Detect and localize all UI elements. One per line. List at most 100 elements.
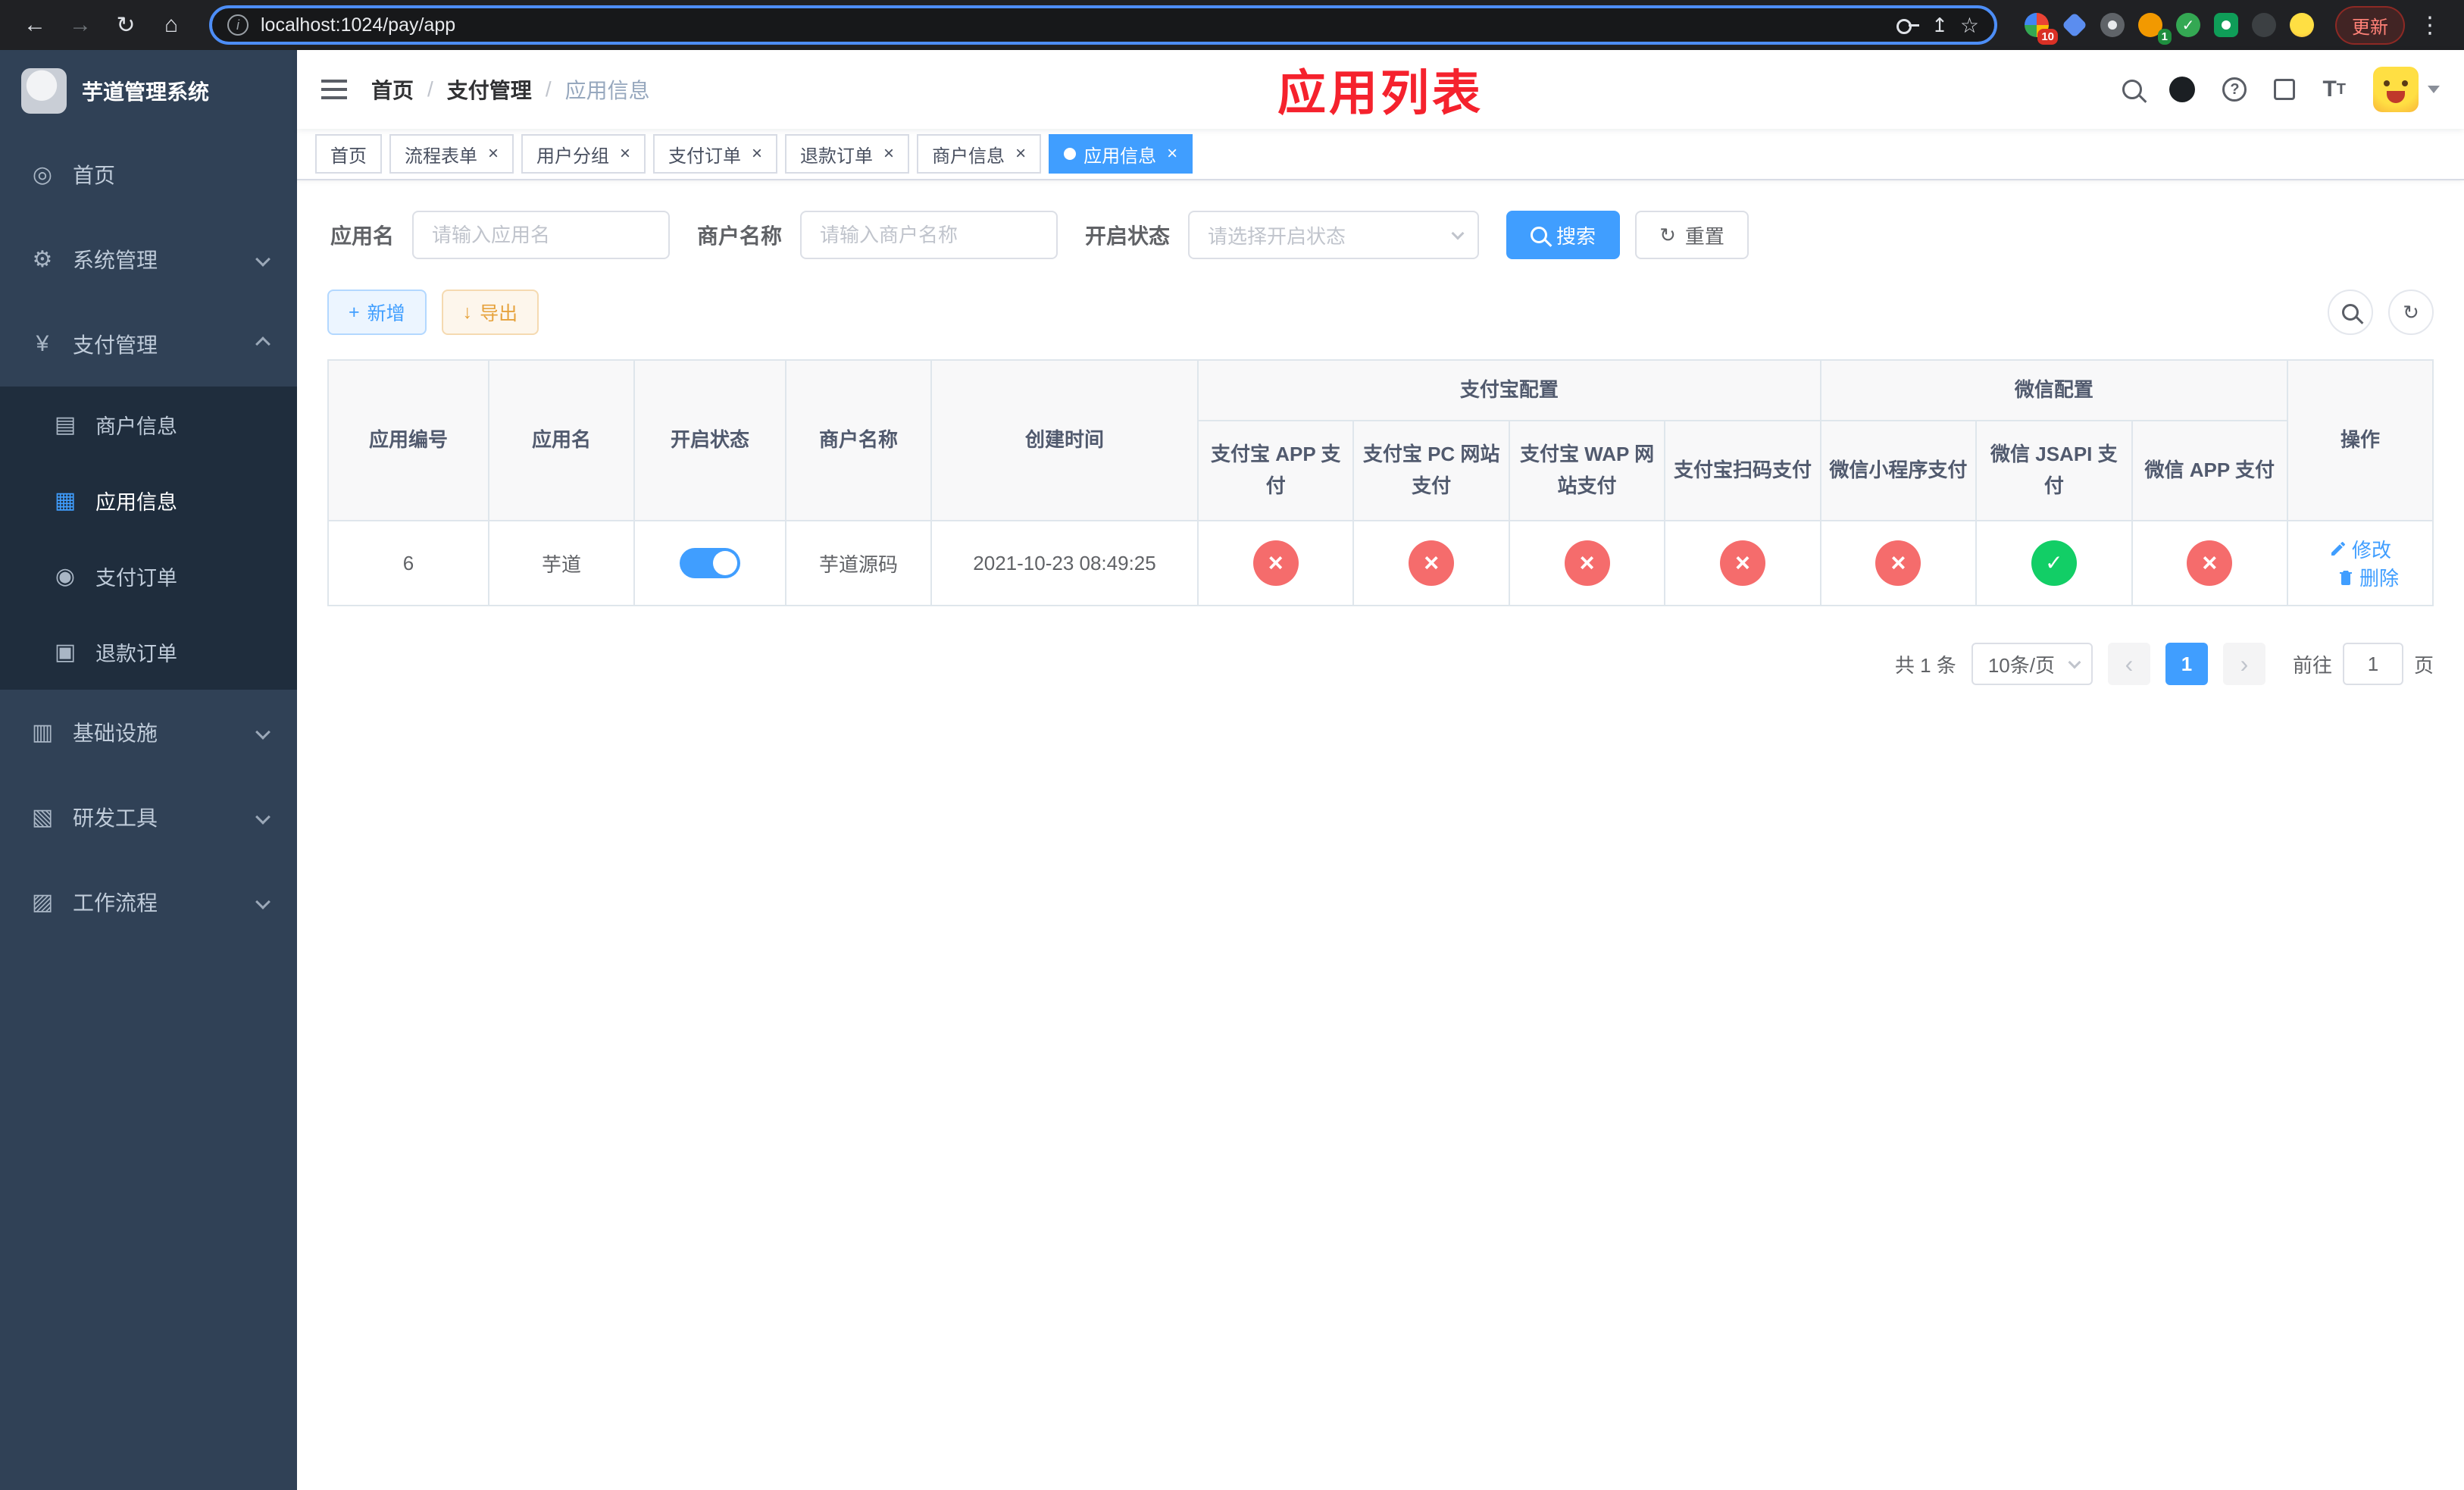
reset-button[interactable]: ↻ 重置 bbox=[1635, 211, 1749, 259]
fullscreen-icon[interactable] bbox=[2274, 79, 2296, 100]
cell-alipay-qr bbox=[1664, 520, 1821, 606]
sidebar-item-infrastructure[interactable]: ▥ 基础设施 bbox=[0, 690, 297, 775]
app-name-label: 应用名 bbox=[330, 224, 395, 248]
status-select[interactable]: 请选择开启状态 bbox=[1188, 211, 1480, 259]
github-icon[interactable] bbox=[2169, 77, 2196, 102]
goto-suffix-label: 页 bbox=[2413, 653, 2434, 677]
browser-menu-icon[interactable]: ⋮ bbox=[2411, 12, 2449, 39]
address-bar[interactable]: i localhost:1024/pay/app ↥ ☆ bbox=[209, 5, 1997, 45]
extension-dark-icon[interactable] bbox=[2252, 13, 2276, 37]
export-button-label: 导出 bbox=[480, 303, 518, 324]
sidebar-toggle-icon[interactable] bbox=[321, 80, 347, 99]
extension-orange-icon[interactable]: 1 bbox=[2138, 13, 2172, 45]
app-name-input[interactable] bbox=[412, 211, 671, 259]
tab-process-form[interactable]: 流程表单 × bbox=[389, 134, 514, 174]
page-size-select[interactable]: 10条/页 bbox=[1971, 643, 2093, 685]
site-info-icon[interactable]: i bbox=[227, 14, 249, 36]
col-header-merchant: 商户名称 bbox=[785, 359, 932, 521]
plus-icon: + bbox=[349, 301, 360, 323]
pagination-total: 共 1 条 bbox=[1894, 653, 1956, 677]
sidebar-item-merchant-info[interactable]: ▤ 商户信息 bbox=[0, 387, 297, 462]
refresh-table-button[interactable]: ↻ bbox=[2388, 290, 2434, 335]
breadcrumb-payment[interactable]: 支付管理 bbox=[447, 74, 532, 105]
alipay-wap-status-icon bbox=[1564, 540, 1610, 586]
tab-close-icon[interactable]: × bbox=[1167, 145, 1177, 163]
app-table: 应用编号 应用名 开启状态 商户名称 创建时间 支付宝配置 微信配置 操作 支付… bbox=[327, 359, 2434, 606]
col-header-alipay-wap: 支付宝 WAP 网站支付 bbox=[1508, 420, 1666, 521]
font-size-icon[interactable]: TT bbox=[2322, 78, 2346, 101]
extension-green-square-icon[interactable] bbox=[2214, 13, 2238, 37]
app-status-switch[interactable] bbox=[680, 548, 740, 578]
col-header-actions: 操作 bbox=[2287, 359, 2434, 521]
monitor-icon: ▥ bbox=[31, 719, 54, 745]
sidebar: 芋道管理系统 ◎ 首页 ⚙ 系统管理 ¥ 支付管理 ▤ 商户信息 ▦ 应用信息 … bbox=[0, 50, 297, 1490]
sidebar-item-label: 工作流程 bbox=[73, 891, 158, 915]
forward-icon[interactable]: → bbox=[61, 5, 100, 45]
sidebar-item-workflow[interactable]: ▨ 工作流程 bbox=[0, 859, 297, 944]
password-key-icon[interactable] bbox=[1896, 14, 1920, 36]
tab-merchant-info[interactable]: 商户信息 × bbox=[917, 134, 1042, 174]
page-header: 首页 / 支付管理 / 应用信息 应用列表 ? TT bbox=[297, 50, 2464, 129]
add-button[interactable]: + 新增 bbox=[327, 290, 427, 335]
tabs-bar: 首页 流程表单 × 用户分组 × 支付订单 × 退款订单 × 商户信息 × 应用信息 × bbox=[297, 129, 2464, 180]
tab-close-icon[interactable]: × bbox=[752, 145, 762, 163]
extension-green-check-icon[interactable] bbox=[2176, 13, 2200, 37]
help-icon[interactable]: ? bbox=[2222, 77, 2247, 102]
chrome-update-button[interactable]: 更新 bbox=[2335, 5, 2405, 45]
sidebar-item-pay-order[interactable]: ◉ 支付订单 bbox=[0, 538, 297, 614]
sidebar-item-system[interactable]: ⚙ 系统管理 bbox=[0, 217, 297, 302]
extension-gray-icon[interactable] bbox=[2100, 13, 2125, 37]
prev-page-button[interactable]: ‹ bbox=[2107, 643, 2150, 685]
search-icon[interactable] bbox=[2122, 80, 2143, 99]
sidebar-item-label: 首页 bbox=[73, 164, 116, 187]
next-page-button[interactable]: › bbox=[2222, 643, 2265, 685]
page-title-annotation: 应用列表 bbox=[1277, 66, 1484, 121]
delete-link[interactable]: 删除 bbox=[2337, 563, 2399, 591]
sidebar-item-payment[interactable]: ¥ 支付管理 bbox=[0, 302, 297, 387]
goto-prefix-label: 前往 bbox=[2292, 653, 2332, 677]
breadcrumb-home[interactable]: 首页 bbox=[371, 74, 414, 105]
app-title: 芋道管理系统 bbox=[82, 80, 210, 104]
status-select-placeholder: 请选择开启状态 bbox=[1208, 224, 1346, 248]
sidebar-item-app-info[interactable]: ▦ 应用信息 bbox=[0, 462, 297, 538]
caret-down-icon bbox=[2428, 86, 2440, 93]
tab-close-icon[interactable]: × bbox=[883, 145, 894, 163]
tab-home[interactable]: 首页 bbox=[315, 134, 382, 174]
merchant-name-input[interactable] bbox=[800, 211, 1058, 259]
sidebar-item-label: 支付订单 bbox=[95, 566, 177, 590]
home-icon[interactable]: ⌂ bbox=[152, 5, 191, 45]
tab-user-group[interactable]: 用户分组 × bbox=[521, 134, 646, 174]
sidebar-item-label: 基础设施 bbox=[73, 722, 158, 745]
tab-label: 商户信息 bbox=[932, 146, 1005, 167]
page-size-value: 10条/页 bbox=[1987, 653, 2055, 677]
back-icon[interactable]: ← bbox=[15, 5, 55, 45]
sidebar-item-refund-order[interactable]: ▣ 退款订单 bbox=[0, 614, 297, 690]
page-number-button[interactable]: 1 bbox=[2165, 643, 2208, 685]
tab-pay-order[interactable]: 支付订单 × bbox=[653, 134, 778, 174]
extension-diamond-icon[interactable] bbox=[2062, 12, 2087, 38]
edit-link[interactable]: 修改 bbox=[2329, 535, 2391, 563]
tab-refund-order[interactable]: 退款订单 × bbox=[785, 134, 910, 174]
tab-app-info[interactable]: 应用信息 × bbox=[1049, 134, 1193, 174]
goto-page-input[interactable] bbox=[2342, 643, 2403, 685]
sidebar-item-home[interactable]: ◎ 首页 bbox=[0, 132, 297, 217]
bookmark-star-icon[interactable]: ☆ bbox=[1960, 13, 1979, 38]
user-menu[interactable] bbox=[2373, 67, 2440, 112]
header-actions: ? TT bbox=[2122, 67, 2440, 112]
tab-close-icon[interactable]: × bbox=[620, 145, 630, 163]
chevron-down-icon bbox=[2068, 656, 2081, 669]
refresh-icon[interactable]: ↻ bbox=[106, 5, 145, 45]
extension-colorful-icon[interactable]: 10 bbox=[2025, 13, 2058, 45]
goto-page: 前往 页 bbox=[2293, 643, 2434, 685]
alipay-app-status-icon bbox=[1252, 540, 1299, 586]
share-icon[interactable]: ↥ bbox=[1931, 14, 1948, 37]
extension-emoji-icon[interactable] bbox=[2290, 13, 2314, 37]
sidebar-item-dev-tools[interactable]: ▧ 研发工具 bbox=[0, 775, 297, 859]
export-button[interactable]: ↓ 导出 bbox=[441, 290, 539, 335]
add-button-label: 新增 bbox=[367, 303, 405, 324]
toggle-search-button[interactable] bbox=[2328, 290, 2373, 335]
search-button[interactable]: 搜索 bbox=[1506, 211, 1621, 259]
tab-close-icon[interactable]: × bbox=[1015, 145, 1026, 163]
wx-jsapi-status-icon bbox=[2031, 540, 2077, 586]
tab-close-icon[interactable]: × bbox=[488, 145, 499, 163]
